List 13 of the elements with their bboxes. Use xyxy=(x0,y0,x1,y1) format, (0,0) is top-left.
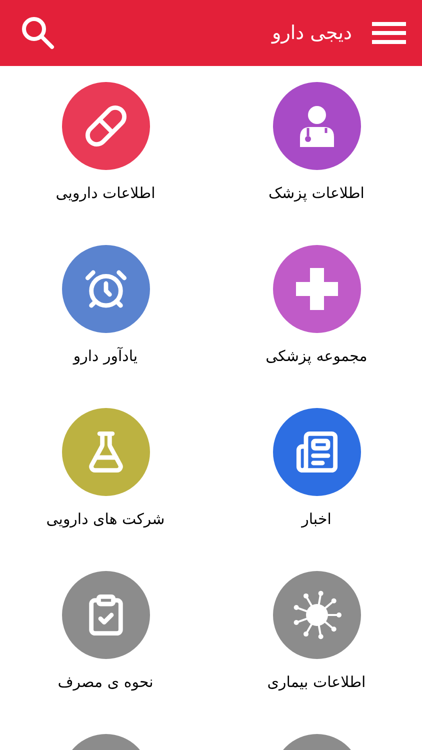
menu-label: اخبار xyxy=(302,509,332,530)
menu-label: شرکت های دارویی xyxy=(46,509,165,530)
newspaper-icon xyxy=(294,430,338,474)
menu-label: مجموعه پزشکی xyxy=(266,346,368,367)
menu-label: اطلاعات بیماری xyxy=(267,672,366,693)
search-icon xyxy=(21,16,55,50)
app-title: دیجی دارو xyxy=(272,20,352,46)
menu-label: اطلاعات پزشک xyxy=(268,183,364,204)
menu-label: یادآور دارو xyxy=(73,346,138,367)
menu-label: نحوه ی مصرف xyxy=(58,672,154,693)
plus-icon xyxy=(294,266,340,312)
pill-icon xyxy=(84,104,128,148)
menu-label: اطلاعات دارویی xyxy=(56,183,156,204)
